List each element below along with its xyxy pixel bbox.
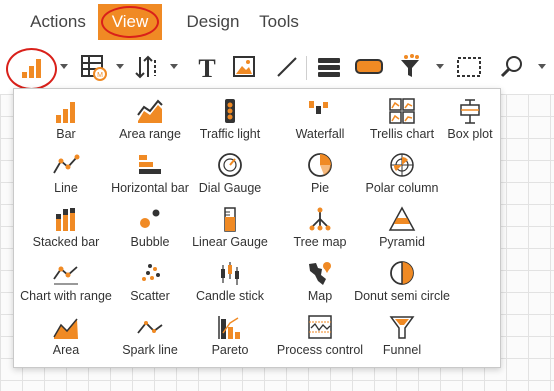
button-shape-icon	[355, 59, 383, 74]
chevron-down-icon[interactable]	[436, 64, 444, 69]
chart-with-range-icon	[53, 266, 78, 285]
menu-design-label: Design	[186, 12, 240, 31]
toolbar: M T	[0, 44, 554, 94]
list-icon	[318, 58, 340, 77]
search-icon	[500, 56, 522, 78]
toolbar-divider	[306, 56, 307, 80]
spark-line-icon	[137, 321, 163, 334]
insert-table-button[interactable]: M	[78, 50, 112, 84]
candle-stick-icon	[221, 262, 239, 285]
process-control-icon	[308, 315, 332, 339]
filter-funnel-icon	[401, 54, 419, 77]
pie-icon	[308, 153, 332, 177]
menu-view-label: View	[111, 12, 149, 31]
area-icon	[53, 318, 78, 339]
chart-option-polar-column[interactable]: Polar column	[354, 147, 450, 199]
menu-tools[interactable]: Tools	[254, 4, 304, 40]
linear-gauge-icon	[224, 207, 236, 232]
chart-type-menu: Bar Area range Traffic light Waterfall T…	[13, 88, 501, 368]
line-chart-icon	[53, 154, 80, 174]
funnel-icon	[389, 316, 415, 339]
bar-icon	[56, 102, 75, 123]
menu-tools-label: Tools	[259, 12, 299, 31]
chart-option-label: Box plot	[447, 127, 493, 141]
chart-option-label: Funnel	[382, 343, 422, 357]
selection-box-icon	[457, 57, 481, 77]
bubble-icon	[140, 209, 160, 228]
text-icon: T	[198, 54, 215, 83]
area-range-icon	[137, 99, 163, 123]
selection-button[interactable]	[452, 50, 486, 84]
svg-text:M: M	[97, 72, 103, 79]
stacked-bar-icon	[56, 208, 75, 231]
horizontal-bar-icon	[139, 155, 161, 174]
chevron-down-icon[interactable]	[116, 64, 124, 69]
bar-chart-icon	[22, 59, 41, 78]
map-icon	[309, 262, 331, 285]
chevron-down-icon[interactable]	[60, 64, 68, 69]
line-icon	[277, 57, 297, 77]
insert-chart-button[interactable]	[16, 50, 50, 84]
insert-line-button[interactable]	[270, 50, 304, 84]
menu-design[interactable]: Design	[168, 4, 258, 40]
svg-text:T: T	[198, 54, 215, 83]
waterfall-icon	[309, 101, 328, 114]
filter-button[interactable]	[394, 50, 428, 84]
chart-option-donut-semi-circle[interactable]: Donut semi circle	[354, 255, 450, 307]
insert-list-button[interactable]	[312, 50, 346, 84]
pyramid-icon	[388, 206, 416, 231]
chevron-down-icon[interactable]	[538, 64, 546, 69]
menu-actions-label: Actions	[30, 12, 86, 31]
image-icon	[233, 56, 255, 77]
dial-gauge-icon	[218, 153, 242, 177]
tree-map-icon	[309, 207, 331, 231]
chart-option-box-plot[interactable]: Box plot	[422, 93, 518, 145]
scatter-icon	[142, 264, 160, 281]
sort-icon	[135, 55, 156, 79]
chevron-down-icon[interactable]	[170, 64, 178, 69]
sort-button[interactable]	[132, 50, 166, 84]
pareto-icon	[218, 316, 240, 339]
menu-bar: Actions View Design Tools	[0, 0, 554, 44]
insert-text-button[interactable]: T	[190, 50, 224, 84]
chart-option-pyramid[interactable]: Pyramid	[354, 201, 450, 253]
chart-option-label: Donut semi circle	[354, 289, 450, 303]
table-grid-icon: M	[81, 55, 107, 81]
menu-view[interactable]: View	[98, 4, 162, 40]
trellis-chart-icon	[389, 98, 415, 124]
chart-option-funnel[interactable]: Funnel	[354, 309, 450, 361]
box-plot-icon	[460, 99, 480, 124]
insert-button-shape[interactable]	[352, 50, 386, 84]
search-button[interactable]	[496, 50, 530, 84]
menu-actions[interactable]: Actions	[18, 4, 98, 40]
chart-option-label: Polar column	[365, 181, 439, 195]
polar-column-icon	[390, 153, 414, 177]
donut-semi-circle-icon	[390, 261, 414, 285]
insert-image-button[interactable]	[228, 50, 262, 84]
traffic-light-icon	[225, 99, 235, 123]
chart-option-label: Pyramid	[379, 235, 425, 249]
